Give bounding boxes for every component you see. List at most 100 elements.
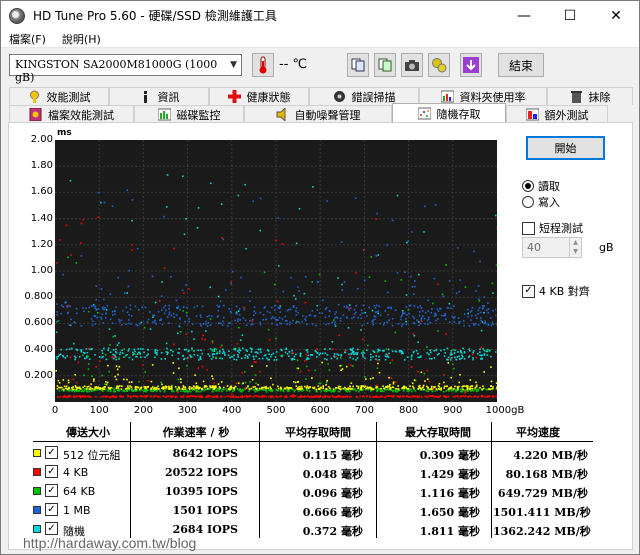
- data-point: [254, 374, 257, 376]
- data-point: [144, 371, 146, 373]
- tab-erase[interactable]: 抹除: [547, 87, 633, 105]
- short-test-size-input[interactable]: 40 ▲ ▼: [522, 237, 582, 258]
- tab-random-access[interactable]: 隨機存取: [392, 103, 506, 123]
- data-point: [136, 355, 138, 358]
- data-point: [397, 388, 400, 390]
- data-point: [304, 276, 307, 278]
- read-label: 讀取: [538, 180, 560, 193]
- data-point: [478, 298, 480, 300]
- menu-file[interactable]: 檔案(F): [1, 31, 54, 47]
- data-point: [407, 309, 410, 311]
- title-bar[interactable]: HD Tune Pro 5.60 - 硬碟/SSD 檢測維護工具 — ☐ ✕: [1, 1, 639, 30]
- tab-benchmark[interactable]: 效能測試: [9, 87, 109, 105]
- tab-health[interactable]: 健康狀態: [209, 87, 309, 105]
- data-point: [424, 380, 426, 382]
- align-option[interactable]: ✓ 4 KB 對齊: [522, 283, 590, 299]
- data-point: [158, 388, 160, 390]
- series-checkbox[interactable]: ✓: [45, 446, 58, 459]
- menu-help[interactable]: 說明(H): [54, 31, 109, 47]
- data-point: [269, 311, 271, 314]
- read-option[interactable]: 讀取: [522, 178, 560, 194]
- data-point: [196, 227, 199, 229]
- data-point: [436, 308, 439, 311]
- data-point: [308, 369, 310, 372]
- write-radio[interactable]: [522, 196, 534, 208]
- data-point: [353, 308, 356, 311]
- tab-aam[interactable]: 自動噪聲管理: [244, 105, 392, 123]
- tab-extra-tests[interactable]: 額外測試: [506, 105, 608, 123]
- data-point: [349, 387, 352, 390]
- data-point: [301, 320, 303, 323]
- data-point: [290, 276, 292, 279]
- data-point: [349, 304, 351, 306]
- drive-select[interactable]: KINGSTON SA2000M81000G (1000 gB) ▼: [9, 54, 242, 84]
- data-point: [87, 395, 90, 397]
- data-point: [253, 314, 255, 317]
- data-point: [221, 395, 223, 397]
- data-point: [495, 382, 497, 384]
- data-point: [270, 355, 272, 358]
- series-checkbox[interactable]: ✓: [45, 484, 58, 497]
- data-point: [242, 382, 244, 384]
- data-point: [252, 386, 255, 388]
- data-point: [317, 385, 319, 387]
- screenshot-button[interactable]: [401, 53, 423, 77]
- data-point: [244, 319, 247, 322]
- close-button[interactable]: ✕: [593, 1, 639, 30]
- save-button[interactable]: [460, 53, 482, 77]
- data-point: [277, 300, 279, 303]
- data-point: [255, 351, 258, 353]
- tab-info[interactable]: 資訊: [109, 87, 209, 105]
- spin-buttons[interactable]: ▲ ▼: [569, 238, 581, 257]
- data-point: [101, 352, 104, 355]
- data-point: [401, 323, 404, 325]
- data-point: [305, 349, 308, 351]
- tab-disk-monitor[interactable]: 磁碟監控: [134, 105, 244, 123]
- data-point: [147, 380, 150, 382]
- data-point: [154, 350, 156, 352]
- data-point: [444, 314, 446, 317]
- read-radio[interactable]: [522, 180, 534, 192]
- series-checkbox[interactable]: ✓: [45, 522, 58, 535]
- data-point: [351, 387, 354, 390]
- short-test-option[interactable]: 短程測試: [522, 220, 583, 236]
- minimize-button[interactable]: —: [501, 1, 547, 30]
- series-checkbox[interactable]: ✓: [45, 503, 58, 516]
- short-test-checkbox[interactable]: [522, 221, 535, 235]
- write-option[interactable]: 寫入: [522, 194, 560, 210]
- exit-button[interactable]: 結束: [498, 53, 544, 77]
- data-point: [249, 320, 251, 322]
- data-point: [164, 358, 166, 360]
- data-point: [312, 186, 314, 188]
- start-button[interactable]: 開始: [526, 136, 605, 160]
- data-point: [168, 385, 170, 388]
- data-point: [368, 306, 370, 309]
- copy-all-button[interactable]: [374, 53, 396, 77]
- tab-file-benchmark[interactable]: 檔案效能測試: [9, 105, 134, 123]
- data-point: [406, 356, 409, 358]
- data-point: [204, 338, 206, 341]
- data-point: [493, 395, 495, 397]
- data-point: [219, 300, 222, 303]
- data-point: [253, 310, 256, 312]
- data-point: [458, 355, 460, 357]
- data-point: [181, 289, 184, 292]
- align-checkbox[interactable]: ✓: [522, 284, 535, 298]
- data-point: [247, 385, 249, 387]
- options-button[interactable]: [428, 53, 450, 77]
- data-point: [344, 388, 346, 391]
- data-point: [56, 314, 59, 316]
- series-checkbox[interactable]: ✓: [45, 465, 58, 478]
- data-point: [400, 316, 402, 318]
- y-tick-label: 0.600: [24, 317, 53, 329]
- data-point: [218, 386, 221, 388]
- data-point: [253, 306, 256, 308]
- data-point: [420, 322, 422, 325]
- temperature-button[interactable]: [252, 53, 274, 77]
- copy-info-button[interactable]: [347, 53, 369, 77]
- data-point: [362, 304, 365, 307]
- data-point: [136, 386, 138, 388]
- maximize-button[interactable]: ☐: [547, 1, 593, 30]
- y-tick-label: 1.00: [30, 265, 53, 276]
- data-point: [306, 357, 309, 359]
